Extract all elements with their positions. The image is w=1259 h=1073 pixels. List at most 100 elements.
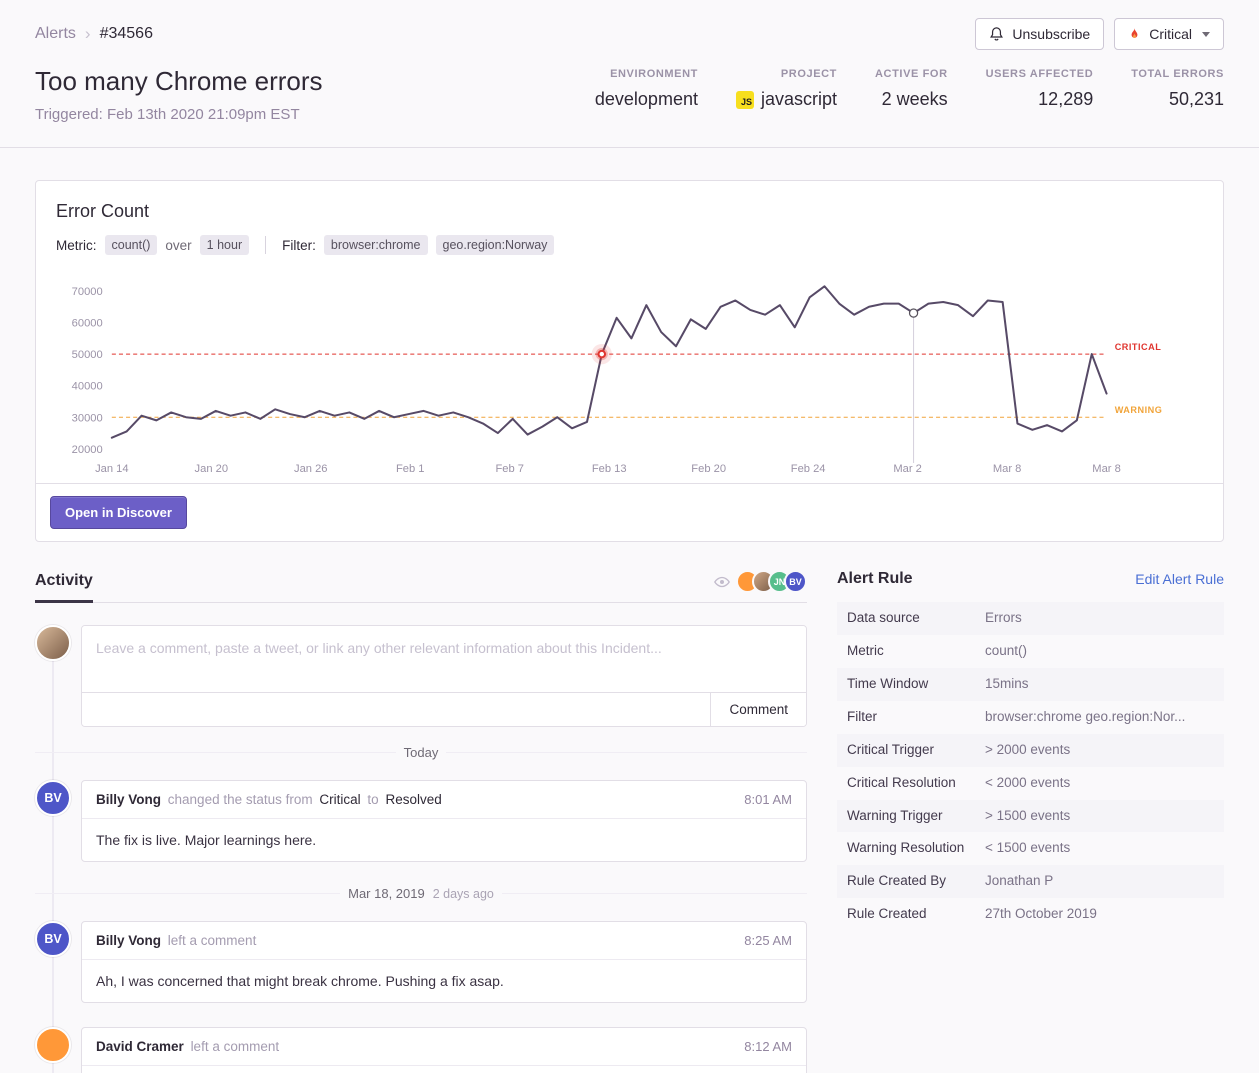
svg-text:20000: 20000 [72, 444, 103, 456]
rule-key: Warning Trigger [847, 807, 985, 826]
rule-value: > 1500 events [985, 807, 1070, 826]
avatar: BV [35, 780, 71, 816]
comment-input[interactable] [82, 626, 806, 692]
author-name: Billy Vong [96, 933, 161, 948]
main-content: Error Count Metric: count() over 1 hour … [0, 180, 1259, 1073]
chevron-down-icon [1202, 32, 1210, 37]
stat-label: ENVIRONMENT [595, 68, 698, 80]
rule-key: Metric [847, 642, 985, 661]
item-body: The fix is live. Major learnings here. [82, 819, 806, 861]
activity-item-comment: David Cramer left a comment 8:12 AM This… [35, 1027, 807, 1073]
stat-value[interactable]: javascript [761, 89, 837, 110]
rule-key: Critical Resolution [847, 774, 985, 793]
comment-submit-button[interactable]: Comment [710, 693, 806, 726]
stat-label: USERS AFFECTED [986, 68, 1094, 80]
svg-text:60000: 60000 [72, 318, 103, 330]
rule-value: > 2000 events [985, 741, 1070, 760]
rule-key: Time Window [847, 675, 985, 694]
vertical-divider [265, 236, 266, 254]
svg-text:Feb 24: Feb 24 [791, 463, 826, 475]
rule-key: Filter [847, 708, 985, 727]
svg-text:50000: 50000 [72, 349, 103, 361]
svg-text:Mar 2: Mar 2 [893, 463, 922, 475]
stat-users-affected: USERS AFFECTED 12,289 [986, 68, 1094, 110]
breadcrumb: Alerts › #34566 [35, 24, 153, 44]
action-text: changed the status from [168, 792, 313, 807]
item-time: 8:12 AM [744, 1039, 792, 1054]
svg-text:40000: 40000 [72, 381, 103, 393]
error-count-panel: Error Count Metric: count() over 1 hour … [35, 180, 1224, 542]
breadcrumb-alerts[interactable]: Alerts [35, 25, 76, 43]
rule-value: count() [985, 642, 1027, 661]
rule-row: Time Window15mins [837, 668, 1224, 701]
open-in-discover-button[interactable]: Open in Discover [50, 496, 187, 529]
rule-row: Data sourceErrors [837, 602, 1224, 635]
unsubscribe-button[interactable]: Unsubscribe [975, 18, 1104, 50]
stat-total-errors: TOTAL ERRORS 50,231 [1131, 68, 1224, 110]
viewer-avatars: JNBV [743, 570, 807, 593]
stat-label: PROJECT [736, 68, 837, 80]
rule-row: Warning Resolution< 1500 events [837, 832, 1224, 865]
today-divider: Today [35, 745, 807, 760]
rule-row: Warning Trigger> 1500 events [837, 800, 1224, 833]
rule-key: Data source [847, 609, 985, 628]
avatar [35, 1027, 71, 1063]
to-status: Resolved [385, 792, 441, 807]
status-dropdown-button[interactable]: Critical [1114, 18, 1224, 50]
filter-tag-region: geo.region:Norway [436, 235, 555, 255]
stat-value: 50,231 [1169, 89, 1224, 110]
edit-alert-rule-link[interactable]: Edit Alert Rule [1135, 571, 1224, 587]
viewer-avatar: BV [784, 570, 807, 593]
activity-timeline: Comment Today BV Billy Vong changed the … [35, 625, 807, 1073]
page-header: Alerts › #34566 Unsubscribe Critical Too… [0, 0, 1259, 148]
item-time: 8:01 AM [744, 792, 792, 807]
metric-row: Metric: count() over 1 hour Filter: brow… [56, 235, 1203, 255]
svg-text:Feb 13: Feb 13 [592, 463, 627, 475]
action-text: left a comment [168, 933, 257, 948]
over-label: over [165, 238, 191, 253]
rule-value: browser:chrome geo.region:Nor... [985, 708, 1185, 727]
eye-icon [713, 573, 731, 591]
divider-label: Today [404, 745, 439, 760]
alert-stats: ENVIRONMENT development PROJECT JS javas… [595, 68, 1224, 110]
bell-icon [989, 26, 1004, 42]
svg-text:Feb 20: Feb 20 [691, 463, 726, 475]
svg-text:70000: 70000 [72, 286, 103, 298]
avatar: BV [35, 921, 71, 957]
activity-item-status-change: BV Billy Vong changed the status from Cr… [35, 780, 807, 862]
svg-text:Mar 8: Mar 8 [993, 463, 1022, 475]
author-name: Billy Vong [96, 792, 161, 807]
rule-value: Jonathan P [985, 872, 1053, 891]
stat-value: 12,289 [1038, 89, 1093, 110]
error-count-chart: 20000 30000 40000 50000 60000 70000 Jan 14 Jan … [56, 261, 1203, 479]
rule-row: Critical Trigger> 2000 events [837, 734, 1224, 767]
stat-project: PROJECT JS javascript [736, 68, 837, 110]
date-divider: Mar 18, 2019 2 days ago [35, 886, 807, 901]
stat-environment: ENVIRONMENT development [595, 68, 698, 110]
rule-row: Metriccount() [837, 635, 1224, 668]
rule-key: Warning Resolution [847, 839, 985, 858]
item-body: Ah, I was concerned that might break chr… [82, 960, 806, 1002]
metric-label: Metric: [56, 238, 97, 253]
rule-value: 27th October 2019 [985, 905, 1097, 924]
action-text: left a comment [191, 1039, 280, 1054]
svg-text:Feb 7: Feb 7 [495, 463, 524, 475]
rule-key: Critical Trigger [847, 741, 985, 760]
stat-value: development [595, 89, 698, 110]
stat-label: ACTIVE FOR [875, 68, 948, 80]
rule-value: < 1500 events [985, 839, 1070, 858]
chevron-right-icon: › [85, 24, 91, 44]
filter-tag-browser: browser:chrome [324, 235, 428, 255]
rule-row: Rule Created27th October 2019 [837, 898, 1224, 931]
status-label: Critical [1149, 26, 1192, 42]
metric-tag: count() [105, 235, 158, 255]
rule-row: Filterbrowser:chrome geo.region:Nor... [837, 701, 1224, 734]
svg-text:Jan 20: Jan 20 [195, 463, 229, 475]
rule-key: Rule Created [847, 905, 985, 924]
svg-text:Jan 14: Jan 14 [95, 463, 128, 475]
to-word: to [367, 792, 378, 807]
stat-label: TOTAL ERRORS [1131, 68, 1224, 80]
svg-text:30000: 30000 [72, 412, 103, 424]
rule-row: Critical Resolution< 2000 events [837, 767, 1224, 800]
page-title: Too many Chrome errors [35, 66, 323, 97]
